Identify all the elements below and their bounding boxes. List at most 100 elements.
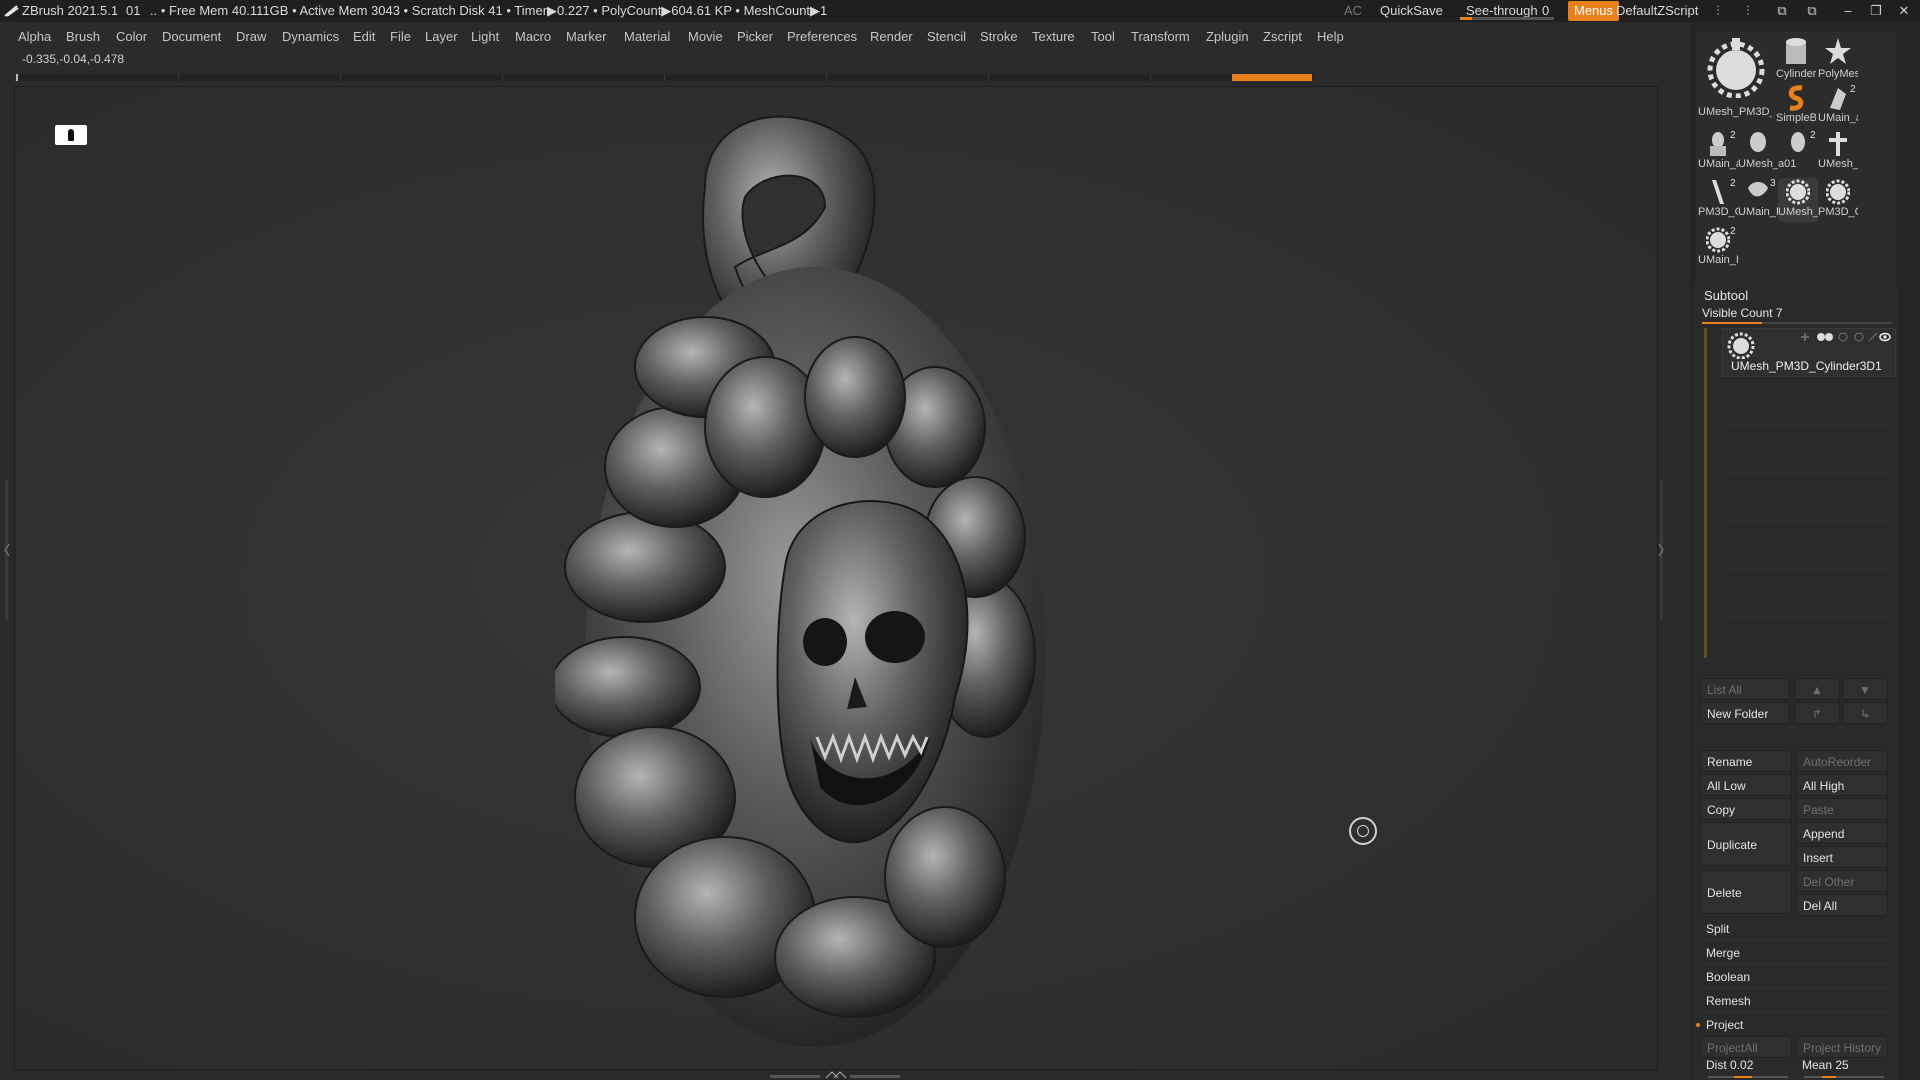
copy-button[interactable]: Copy [1700, 798, 1792, 820]
canvas-viewport[interactable] [14, 86, 1658, 1070]
dist-slider[interactable]: Dist 0.02 [1706, 1058, 1794, 1080]
del-other-button[interactable]: Del Other [1796, 870, 1888, 892]
mesh-thumb-icon [1830, 88, 1846, 110]
menu-brush[interactable]: Brush [66, 22, 100, 52]
flat-color-toggle-icon[interactable] [55, 125, 87, 145]
list-all-button[interactable]: List All [1700, 678, 1790, 700]
menu-dynamics[interactable]: Dynamics [282, 22, 339, 52]
move-out-folder-icon[interactable]: ↳ [1842, 702, 1888, 724]
tool-item[interactable]: PolyMes [1818, 36, 1858, 82]
menus-toggle-button[interactable]: Menus [1568, 1, 1620, 21]
tool-item[interactable]: UMesh_ [1738, 130, 1778, 170]
subtool-row-empty [1722, 474, 1894, 522]
menu-layer[interactable]: Layer [425, 22, 458, 52]
split-section[interactable]: Split [1700, 918, 1888, 940]
restore-icon[interactable]: ❐ [1866, 0, 1886, 22]
tool-item[interactable]: 2 UMain_a [1698, 130, 1738, 170]
merge-section[interactable]: Merge [1700, 942, 1888, 964]
move-up-arrow-icon[interactable]: ▲ [1794, 678, 1840, 700]
bottom-tray-handle-icon[interactable] [770, 1070, 900, 1080]
seethrough-slider[interactable] [1460, 17, 1554, 20]
autoreorder-button[interactable]: AutoReorder [1796, 750, 1888, 772]
new-folder-button[interactable]: New Folder [1700, 702, 1790, 724]
duplicate-button[interactable]: Duplicate [1700, 822, 1792, 866]
menu-render[interactable]: Render [870, 22, 913, 52]
menu-file[interactable]: File [390, 22, 411, 52]
delete-button[interactable]: Delete [1700, 870, 1792, 914]
tool-item[interactable]: 2 a01 [1778, 130, 1818, 170]
menu-edit[interactable]: Edit [353, 22, 375, 52]
timeline-tick [988, 74, 989, 81]
tool-item[interactable]: UMesh_ [1818, 130, 1858, 170]
menu-transform[interactable]: Transform [1131, 22, 1190, 52]
all-high-button[interactable]: All High [1796, 774, 1888, 796]
tool-subtool-count: 2 [1730, 226, 1736, 237]
project-history-button[interactable]: Project History [1796, 1036, 1888, 1058]
menu-color[interactable]: Color [116, 22, 147, 52]
menu-picker[interactable]: Picker [737, 22, 773, 52]
menu-macro[interactable]: Macro [515, 22, 551, 52]
ac-toggle[interactable]: AC [1344, 0, 1362, 22]
mean-slider[interactable]: Mean 25 [1802, 1058, 1890, 1080]
menu-stencil[interactable]: Stencil [927, 22, 966, 52]
tool-item[interactable]: SimpleB [1776, 84, 1816, 124]
menu-alpha[interactable]: Alpha [18, 22, 51, 52]
session-number: 01 [126, 3, 141, 18]
menu-marker[interactable]: Marker [566, 22, 606, 52]
tool-item[interactable]: UMesh_ [1778, 178, 1818, 222]
layout-tile-icon[interactable]: ⧉ [1802, 0, 1822, 22]
quicksave-button[interactable]: QuickSave [1380, 0, 1443, 22]
append-button[interactable]: Append [1796, 822, 1888, 844]
left-tray-handle-icon[interactable] [4, 480, 10, 620]
tool-item[interactable]: Cylinder [1776, 36, 1816, 82]
visible-count-slider-label[interactable]: Visible Count 7 [1702, 306, 1783, 320]
menu-movie[interactable]: Movie [688, 22, 723, 52]
move-down-arrow-icon[interactable]: ▼ [1842, 678, 1888, 700]
remesh-section[interactable]: Remesh [1700, 990, 1888, 1012]
default-zscript-button[interactable]: DefaultZScript [1616, 0, 1698, 22]
project-section[interactable]: Project [1700, 1014, 1888, 1036]
tool-label: SimpleB [1776, 112, 1816, 124]
menu-tool[interactable]: Tool [1091, 22, 1115, 52]
timeline-current-marker[interactable] [1232, 74, 1312, 81]
star-mesh-icon [1825, 38, 1851, 64]
subtool-row-active[interactable]: UMesh_PM3D_Cylinder3D1 [1722, 328, 1896, 377]
tool-item[interactable]: PM3D_C [1818, 178, 1858, 218]
right-tray-handle-icon[interactable] [1658, 480, 1664, 620]
tool-item[interactable]: 3 UMain_I [1738, 178, 1778, 218]
menu-draw[interactable]: Draw [236, 22, 266, 52]
menu-preferences[interactable]: Preferences [787, 22, 857, 52]
projectall-button[interactable]: ProjectAll [1700, 1036, 1792, 1058]
tool-label: UMain_a [1818, 112, 1858, 124]
layout-left-icon[interactable]: ⫶ [1708, 0, 1728, 22]
menu-help[interactable]: Help [1317, 22, 1344, 52]
menu-zplugin[interactable]: Zplugin [1206, 22, 1249, 52]
menu-material[interactable]: Material [624, 22, 670, 52]
menu-texture[interactable]: Texture [1032, 22, 1075, 52]
tool-item[interactable]: 2 PM3D_C [1698, 178, 1738, 218]
close-icon[interactable]: ✕ [1894, 0, 1914, 22]
rename-button[interactable]: Rename [1700, 750, 1792, 772]
tool-item[interactable]: UMesh_PM3D_C [1698, 36, 1772, 122]
tool-item[interactable]: 2 UMain_a [1818, 84, 1858, 124]
menu-document[interactable]: Document [162, 22, 221, 52]
timeline-track[interactable] [16, 74, 1314, 81]
minimize-icon[interactable]: – [1838, 0, 1858, 22]
del-all-button[interactable]: Del All [1796, 894, 1888, 916]
menu-light[interactable]: Light [471, 22, 499, 52]
move-into-folder-icon[interactable]: ↱ [1794, 702, 1840, 724]
menu-stroke[interactable]: Stroke [980, 22, 1018, 52]
menu-zscript[interactable]: Zscript [1263, 22, 1302, 52]
layout-swap-icon[interactable]: ⧉ [1772, 0, 1792, 22]
subtool-row-toggles[interactable] [1771, 331, 1891, 343]
layout-right-icon[interactable]: ⫶ [1738, 0, 1758, 22]
timeline-tick [340, 74, 341, 81]
paste-button[interactable]: Paste [1796, 798, 1888, 820]
subtool-header[interactable]: Subtool [1704, 288, 1748, 303]
all-low-button[interactable]: All Low [1700, 774, 1792, 796]
tool-item[interactable]: 2 UMain_I [1698, 226, 1738, 266]
insert-button[interactable]: Insert [1796, 846, 1888, 868]
subtool-list-scrollbar[interactable] [1704, 328, 1707, 658]
tool-label: UMesh_ [1738, 158, 1778, 170]
boolean-section[interactable]: Boolean [1700, 966, 1888, 988]
